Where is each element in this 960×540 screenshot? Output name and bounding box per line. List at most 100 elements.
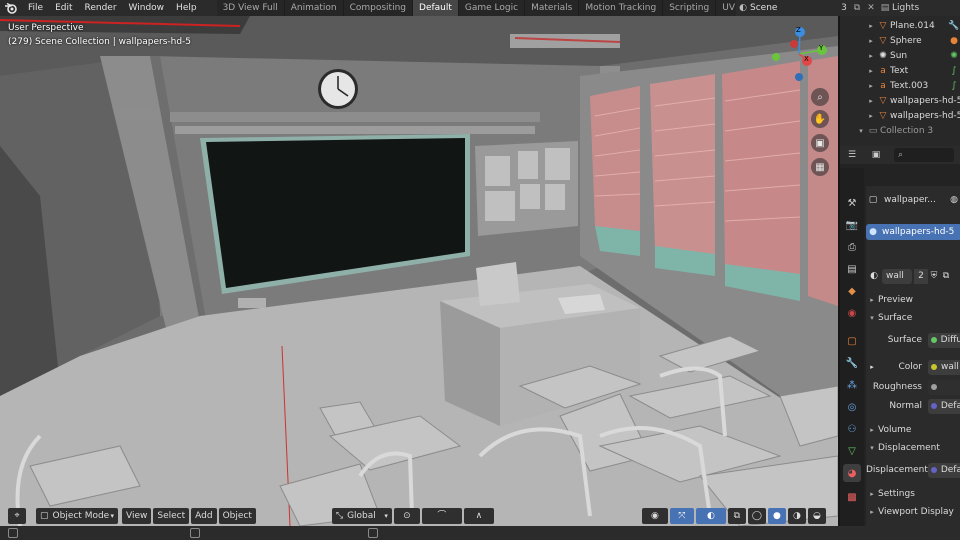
add-menu[interactable]: Add (191, 508, 217, 524)
tab-motion-tracking[interactable]: Motion Tracking (579, 0, 664, 16)
close-icon[interactable]: ✕ (864, 3, 878, 13)
menu-render[interactable]: Render (79, 0, 123, 16)
menu-window[interactable]: Window (123, 0, 171, 16)
snap-icon[interactable]: ⌒ (421, 508, 462, 524)
menu-file[interactable]: File (22, 0, 49, 16)
blender-logo-icon[interactable] (0, 0, 22, 16)
navigation-gizmo[interactable]: Z Y X (772, 24, 832, 94)
expand-arrow-icon[interactable]: ▾ (856, 127, 866, 135)
preview-section[interactable]: ▸ Preview (866, 292, 960, 308)
outliner-row[interactable]: ▸ ▽ wallpapers-hd-5 (840, 108, 960, 123)
expand-arrow-icon[interactable]: ▸ (866, 22, 876, 30)
menu-edit[interactable]: Edit (49, 0, 78, 16)
render-tab-icon[interactable]: 📷 (843, 216, 861, 234)
view-menu[interactable]: View (122, 508, 152, 524)
object-menu[interactable]: Object (218, 508, 256, 524)
outliner-row[interactable]: ▸ ▽ Sphere ● (840, 33, 960, 48)
layers-icon[interactable]: ▤ (878, 3, 892, 13)
select-menu[interactable]: Select (153, 508, 190, 524)
modifier-tab-icon[interactable]: 🔧 (843, 354, 861, 372)
gizmo-toggle-icon[interactable]: ⤧ (669, 508, 694, 524)
physics-tab-icon[interactable]: ◎ (843, 398, 861, 416)
material-name[interactable]: wall (882, 268, 912, 284)
display-mode-icon[interactable]: ▣ (864, 150, 888, 160)
tab-3d-view-full[interactable]: 3D View Full (216, 0, 285, 16)
surface-section[interactable]: ▾ Surface (866, 310, 960, 326)
output-tab-icon[interactable]: ⎙ (843, 238, 861, 256)
outliner-row[interactable]: ▸ a Text ∫ (840, 63, 960, 78)
search-icon[interactable]: ⌕ (894, 148, 954, 162)
solid-shading-icon[interactable]: ● (767, 508, 786, 524)
expand-arrow-icon[interactable]: ▸ (866, 67, 876, 75)
expand-arrow-icon[interactable]: ▸ (866, 112, 876, 120)
grid-icon[interactable]: ▦ (811, 158, 829, 176)
mode-select[interactable]: ▢ Object Mode ▾ (36, 508, 118, 524)
outliner[interactable]: ▸ ▽ Plane.014 🔧 ▸ ▽ Sphere ● ▸ ✺ Sun ✺ ▸… (840, 16, 960, 146)
outliner-row[interactable]: ▸ ▽ wallpapers-hd-5 (840, 93, 960, 108)
color-field[interactable]: wall (928, 359, 960, 375)
material-tab-icon[interactable]: ◕ (843, 464, 861, 482)
menu-help[interactable]: Help (170, 0, 203, 16)
material-users[interactable]: 2 (914, 268, 928, 284)
pivot-icon[interactable]: ⊙ (393, 508, 420, 524)
outliner-row[interactable]: ▾ ▭ Collection 3 (840, 123, 960, 138)
editor-type-icon[interactable]: ☰ (840, 150, 864, 160)
object-tab-icon[interactable]: ▢ (843, 332, 861, 350)
outliner-top-label[interactable]: Lights (892, 3, 919, 13)
material-shading-icon[interactable]: ◑ (787, 508, 806, 524)
material-selector[interactable]: ◐ wall 2 ⛨ ⧉ (866, 268, 960, 284)
surface-field[interactable]: Diffu (928, 332, 960, 348)
outliner-row[interactable]: ▸ ✺ Sun ✺ (840, 48, 960, 63)
overlay-toggle-icon[interactable]: ◐ (695, 508, 726, 524)
camera-icon[interactable]: ▣ (811, 134, 829, 152)
constraint-tab-icon[interactable]: ⚇ (843, 420, 861, 438)
tab-animation[interactable]: Animation (284, 0, 344, 16)
orientation-select[interactable]: ⤡ Global ▾ (331, 508, 392, 524)
texture-tab-icon[interactable]: ▩ (843, 488, 861, 506)
settings-section[interactable]: ▸ Settings (866, 486, 960, 502)
hand-icon[interactable]: ✋ (811, 110, 829, 128)
particles-tab-icon[interactable]: ⁂ (843, 376, 861, 394)
material-browse-icon[interactable]: ◐ (866, 271, 882, 281)
eye-icon[interactable]: ◉ (641, 508, 668, 524)
xray-icon[interactable]: ⧉ (727, 508, 746, 524)
data-tab-icon[interactable]: ▽ (843, 442, 861, 460)
copy-icon[interactable]: ⧉ (940, 271, 952, 281)
tab-game-logic[interactable]: Game Logic (458, 0, 526, 16)
volume-section[interactable]: ▸ Volume (866, 422, 960, 438)
displacement-section[interactable]: ▾ Displacement (866, 440, 960, 456)
tab-materials[interactable]: Materials (525, 0, 580, 16)
scene-tab-icon[interactable]: ◆ (843, 282, 861, 300)
copy-icon[interactable]: ⧉ (850, 3, 864, 13)
expand-arrow-icon[interactable]: ▸ (866, 363, 878, 371)
normal-field[interactable]: Defa (928, 398, 960, 414)
rendered-shading-icon[interactable]: ◒ (807, 508, 826, 524)
zoom-icon[interactable]: ⌕ (811, 88, 829, 106)
classroom-scene (0, 16, 838, 526)
wireframe-shading-icon[interactable]: ◯ (747, 508, 766, 524)
outliner-row[interactable]: ▸ ▽ Plane.014 🔧 (840, 18, 960, 33)
tab-scripting[interactable]: Scripting (663, 0, 717, 16)
proportional-edit-icon[interactable]: ∧ (463, 508, 494, 524)
viewport-display-section[interactable]: ▸ Viewport Display (866, 504, 960, 520)
displacement-field[interactable]: Defa (928, 462, 960, 478)
scene-selector[interactable]: ◐ Scene (736, 0, 836, 16)
3d-viewport[interactable]: User Perspective (279) Scene Collection … (0, 16, 838, 526)
roughness-field[interactable] (928, 379, 960, 395)
fake-user-icon[interactable]: ⛨ (928, 271, 940, 281)
expand-arrow-icon[interactable]: ▸ (866, 37, 876, 45)
expand-arrow-icon[interactable]: ▸ (866, 82, 876, 90)
displacement-label: Displacement (866, 465, 928, 475)
expand-arrow-icon[interactable]: ▸ (866, 52, 876, 60)
tool-tab-icon[interactable]: ⚒ (843, 194, 861, 212)
material-slot[interactable]: ● wallpapers-hd-5 (866, 224, 960, 240)
view-layer-tab-icon[interactable]: ▤ (843, 260, 861, 278)
editor-type-icon[interactable]: ⌖ (8, 508, 26, 524)
tab-default[interactable]: Default (413, 0, 459, 16)
socket-icon (931, 337, 937, 343)
outliner-row[interactable]: ▸ a Text.003 ∫ (840, 78, 960, 93)
expand-arrow-icon[interactable]: ▸ (866, 97, 876, 105)
tab-compositing[interactable]: Compositing (343, 0, 414, 16)
world-tab-icon[interactable]: ◉ (843, 304, 861, 322)
pin-icon[interactable]: ◍ (950, 195, 958, 205)
